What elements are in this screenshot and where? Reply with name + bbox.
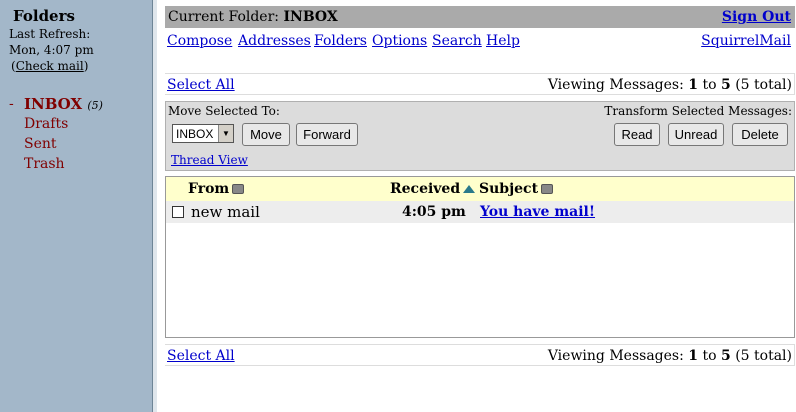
message-subject-link[interactable]: You have mail! (480, 204, 595, 220)
check-mail-link[interactable]: Check mail (16, 59, 84, 73)
nav-compose[interactable]: Compose (167, 33, 232, 49)
folders-title: Folders (13, 7, 75, 25)
title-bar: Current Folder: INBOX Sign Out (165, 6, 795, 28)
column-from[interactable]: From (188, 181, 245, 197)
frame-divider[interactable] (152, 0, 157, 412)
sort-icon[interactable] (541, 184, 554, 194)
message-received: 4:05 pm (402, 204, 466, 220)
nav-search[interactable]: Search (432, 33, 482, 49)
viewing-messages: Viewing Messages: 1 to 5 (5 total) (548, 348, 792, 364)
move-folder-select[interactable]: INBOX ▼ (172, 124, 234, 143)
viewing-total: (5 total) (735, 348, 792, 364)
folder-trash[interactable]: Trash (24, 156, 65, 172)
last-refresh-label: Last Refresh: (9, 27, 91, 41)
viewing-total: (5 total) (735, 77, 792, 93)
viewing-prefix: Viewing Messages: (547, 77, 684, 93)
chevron-down-icon[interactable]: ▼ (218, 125, 233, 142)
sort-icon[interactable] (232, 184, 245, 194)
sort-ascending-icon[interactable] (463, 185, 476, 193)
check-mail-close: ) (83, 59, 89, 73)
refresh-time: Mon, 4:07 pm (9, 43, 94, 57)
viewing-prefix: Viewing Messages: (547, 348, 684, 364)
nav-help[interactable]: Help (486, 33, 520, 49)
squirrelmail-link[interactable]: SquirrelMail (701, 33, 791, 49)
nav-options[interactable]: Options (372, 33, 427, 49)
move-button[interactable]: Move (242, 123, 290, 146)
viewing-from: 1 (688, 77, 699, 93)
thread-view-link[interactable]: Thread View (171, 153, 248, 167)
folder-drafts[interactable]: Drafts (24, 116, 68, 132)
viewing-to-word: to (702, 77, 717, 93)
viewing-from: 1 (688, 348, 699, 364)
message-from: new mail (191, 203, 260, 221)
column-received-label: Received (390, 181, 461, 197)
select-all-link[interactable]: Select All (167, 77, 235, 93)
read-button[interactable]: Read (614, 123, 660, 146)
forward-button[interactable]: Forward (296, 123, 358, 146)
message-actions: Move Selected To: Transform Selected Mes… (165, 101, 795, 171)
paging-bar-bottom: Select All Viewing Messages: 1 to 5 (5 t… (165, 344, 795, 366)
column-subject-label: Subject (479, 181, 539, 197)
folder-sent[interactable]: Sent (24, 136, 57, 152)
paging-bar-top: Select All Viewing Messages: 1 to 5 (5 t… (165, 73, 795, 95)
move-selected-label: Move Selected To: (168, 104, 280, 118)
inbox-unread-count: (5) (87, 99, 103, 112)
column-subject[interactable]: Subject (479, 181, 554, 197)
nav-bar: Compose Addresses Folders Options Search… (165, 33, 795, 53)
nav-addresses[interactable]: Addresses (238, 33, 311, 49)
folder-inbox[interactable]: INBOX (5) (24, 95, 103, 113)
move-folder-value: INBOX (176, 127, 214, 141)
nav-folders[interactable]: Folders (314, 33, 367, 49)
column-from-label: From (188, 181, 230, 197)
viewing-to: 5 (721, 348, 731, 364)
current-folder-name: INBOX (283, 9, 338, 25)
current-folder: Current Folder: INBOX (168, 9, 338, 25)
current-folder-marker: - (9, 96, 14, 112)
message-checkbox[interactable] (172, 206, 184, 218)
viewing-to: 5 (721, 77, 731, 93)
check-mail: (Check mail) (11, 59, 88, 73)
sign-out-link[interactable]: Sign Out (722, 9, 791, 25)
current-folder-label: Current Folder: (168, 9, 280, 25)
message-list: From Received Subject new mail 4:05 pm Y… (165, 176, 795, 338)
unread-button[interactable]: Unread (668, 123, 724, 146)
transform-selected-label: Transform Selected Messages: (604, 104, 792, 118)
select-all-link[interactable]: Select All (167, 348, 235, 364)
folder-pane: Folders Last Refresh: Mon, 4:07 pm (Chec… (0, 0, 152, 412)
message-list-header: From Received Subject (166, 177, 794, 201)
column-received[interactable]: Received (390, 181, 476, 197)
delete-button[interactable]: Delete (732, 123, 788, 146)
viewing-to-word: to (702, 348, 717, 364)
folder-inbox-label[interactable]: INBOX (24, 95, 82, 113)
main-pane: Current Folder: INBOX Sign Out Compose A… (165, 0, 796, 412)
table-row[interactable]: new mail 4:05 pm You have mail! (166, 201, 794, 223)
viewing-messages: Viewing Messages: 1 to 5 (5 total) (548, 77, 792, 93)
